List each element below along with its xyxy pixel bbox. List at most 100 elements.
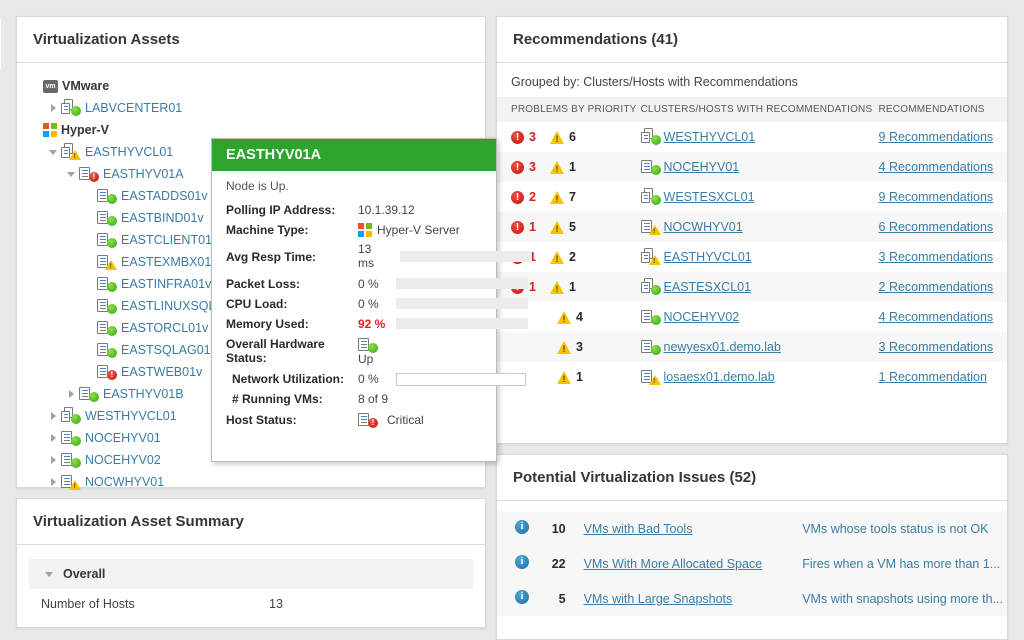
- cell-host: NOCWHYV01: [640, 212, 879, 242]
- host-link[interactable]: newyesx01.demo.lab: [664, 340, 781, 354]
- recommendations-link[interactable]: 3 Recommendations: [879, 250, 994, 264]
- table-row[interactable]: 36WESTHYVCL019 Recommendations: [497, 122, 1007, 152]
- issue-link[interactable]: VMs With More Allocated Space: [584, 557, 763, 571]
- tooltip-row-key: Host Status:: [226, 413, 297, 428]
- cell-host: NOCEHYV02: [640, 302, 879, 332]
- cell-recommendations: 4 Recommendations: [879, 302, 1007, 332]
- status-warning-icon: [648, 375, 661, 385]
- tooltip-row: Host Status: Critical: [212, 409, 496, 431]
- warning-count-value: 1: [568, 160, 576, 174]
- critical-count: 3: [511, 160, 536, 174]
- list-item[interactable]: 22 VMs With More Allocated Space Fires whe…: [497, 546, 1007, 581]
- issue-link[interactable]: VMs with Large Snapshots: [584, 592, 733, 606]
- vm-icon: [97, 276, 117, 292]
- warning-count-value: 2: [568, 250, 576, 264]
- column-header-priority[interactable]: PROBLEMS BY PRIORITY: [497, 97, 641, 122]
- recommendations-link[interactable]: 4 Recommendations: [879, 160, 994, 174]
- host-link[interactable]: NOCEHYV01: [664, 160, 740, 174]
- hardware-status-text: Up: [358, 351, 374, 366]
- summary-row-key: Number of Hosts: [41, 597, 135, 611]
- warning-count-value: 5: [568, 220, 576, 234]
- tree-item-label: NOCEHYV02: [85, 453, 161, 467]
- host-link[interactable]: NOCEHYV02: [664, 310, 740, 324]
- recommendations-body: Grouped by: Clusters/Hosts with Recommen…: [497, 63, 1007, 392]
- chevron-down-icon[interactable]: [45, 150, 61, 155]
- recommendations-link[interactable]: 9 Recommendations: [879, 130, 994, 144]
- column-header-recommendations[interactable]: RECOMMENDATIONS: [878, 97, 1007, 122]
- recommendations-link[interactable]: 4 Recommendations: [879, 310, 994, 324]
- server-icon: [640, 369, 661, 385]
- cell-priority: 15: [497, 212, 641, 242]
- host-link[interactable]: EASTESXCL01: [664, 280, 752, 294]
- node-details-tooltip: EASTHYV01A Node is Up. Polling IP Addres…: [211, 138, 532, 462]
- chevron-right-icon[interactable]: [63, 390, 79, 398]
- table-header-row: PROBLEMS BY PRIORITY CLUSTERS/HOSTS WITH…: [497, 97, 1007, 122]
- status-warning-icon: [549, 280, 564, 294]
- recommendations-link[interactable]: 3 Recommendations: [879, 340, 994, 354]
- status-up-icon: [650, 135, 661, 145]
- tooltip-row-value-meter: 13 ms: [358, 242, 532, 271]
- table-row[interactable]: 3 1 NOCEHYV01 4 Recommendations: [497, 152, 1007, 182]
- recommendations-link[interactable]: 1 Recommendation: [879, 370, 987, 384]
- tooltip-callout-pointer: [0, 19, 1, 70]
- table-row[interactable]: 15 NOCWHYV01 6 Recommendations: [497, 212, 1007, 242]
- cell-host: newyesx01.demo.lab: [640, 332, 879, 362]
- summary-group-overall[interactable]: Overall: [29, 559, 473, 589]
- chevron-right-icon[interactable]: [45, 412, 61, 420]
- server-icon: [79, 166, 99, 182]
- vm-icon: [97, 364, 117, 380]
- tree-item-vmware[interactable]: vm VMware: [17, 75, 485, 97]
- issue-link[interactable]: VMs with Bad Tools: [584, 522, 693, 536]
- recommendations-link[interactable]: 2 Recommendations: [879, 280, 994, 294]
- tree-item-labvcenter01[interactable]: LABVCENTER01: [17, 97, 485, 119]
- chevron-right-icon[interactable]: [45, 478, 61, 486]
- list-item[interactable]: 5 VMs with Large Snapshots VMs with snapsh…: [497, 581, 1007, 616]
- status-warning-icon: [69, 480, 81, 490]
- host-link[interactable]: losaesx01.demo.lab: [664, 370, 775, 384]
- host-link[interactable]: WESTHYVCL01: [664, 130, 756, 144]
- cell-recommendations: 2 Recommendations: [879, 272, 1007, 302]
- tree-item-label: Hyper-V: [61, 123, 109, 137]
- host-link[interactable]: NOCWHYV01: [664, 220, 743, 234]
- table-row[interactable]: 1 losaesx01.demo.lab 1 Recommendation: [497, 362, 1007, 392]
- cluster-icon: [640, 248, 661, 265]
- recommendations-table: PROBLEMS BY PRIORITY CLUSTERS/HOSTS WITH…: [497, 97, 1007, 392]
- cell-icon: [497, 581, 540, 616]
- table-row[interactable]: 27WESTESXCL019 Recommendations: [497, 182, 1007, 212]
- tooltip-row-key: Machine Type:: [226, 223, 309, 237]
- issue-description: Fires when a VM has more than 1...: [802, 556, 1001, 571]
- cell-priority: 3: [497, 332, 641, 362]
- table-row[interactable]: 3 newyesx01.demo.lab 3 Recommendations: [497, 332, 1007, 362]
- table-row[interactable]: 1 1 EASTESXCL01 2 Recommendations: [497, 272, 1007, 302]
- recommendations-link[interactable]: 9 Recommendations: [879, 190, 994, 204]
- status-up-icon: [71, 414, 81, 424]
- chevron-right-icon[interactable]: [45, 434, 61, 442]
- chevron-down-icon[interactable]: [41, 572, 57, 577]
- host-link[interactable]: EASTHYVCL01: [664, 250, 752, 264]
- issue-description: VMs whose tools status is not OK: [802, 521, 989, 536]
- recommendations-count: (41): [651, 31, 679, 48]
- list-item[interactable]: 10 VMs with Bad Tools VMs whose tools stat…: [497, 511, 1007, 546]
- column-header-hosts[interactable]: CLUSTERS/HOSTS WITH RECOMMENDATIONS: [640, 97, 879, 122]
- warning-count: 7: [549, 190, 576, 204]
- table-row[interactable]: 12EASTHYVCL013 Recommendations: [497, 242, 1007, 272]
- chevron-down-icon[interactable]: [63, 172, 79, 177]
- recommendations-link[interactable]: 6 Recommendations: [879, 220, 994, 234]
- server-icon: [640, 219, 661, 235]
- cell-host: WESTHYVCL01: [640, 122, 879, 152]
- chevron-right-icon[interactable]: [45, 104, 61, 112]
- chevron-right-icon[interactable]: [45, 456, 61, 464]
- tree-item-nocwhyv01[interactable]: NOCWHYV01: [17, 471, 485, 493]
- status-warning-icon: [549, 160, 564, 174]
- warning-count: 3: [557, 340, 583, 354]
- status-warning-icon: [69, 150, 81, 160]
- warning-count-value: 6: [568, 130, 576, 144]
- status-up-icon: [650, 165, 661, 175]
- tooltip-status-line: Node is Up.: [226, 179, 289, 193]
- host-link[interactable]: WESTESXCL01: [664, 190, 755, 204]
- status-warning-icon: [557, 310, 571, 324]
- info-icon: [515, 590, 529, 604]
- table-row[interactable]: 4 NOCEHYV02 4 Recommendations: [497, 302, 1007, 332]
- info-icon: [515, 555, 529, 569]
- tree-item-label: EASTHYV01A: [103, 167, 184, 181]
